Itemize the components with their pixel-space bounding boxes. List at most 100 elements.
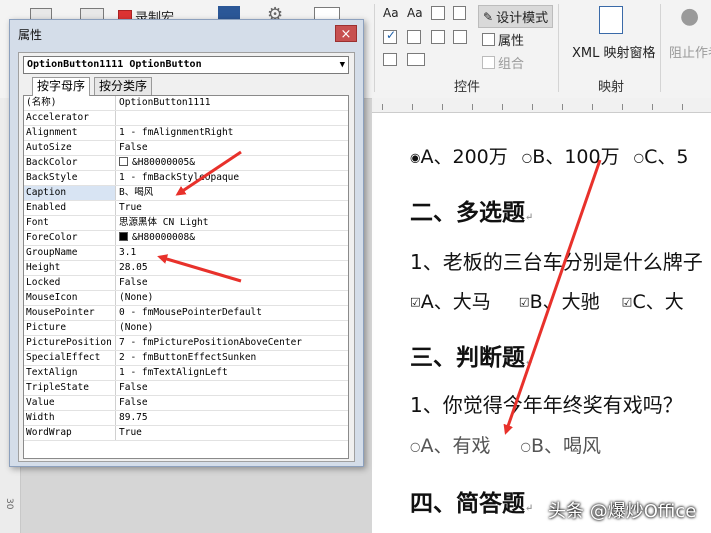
- property-value[interactable]: B、喝风: [119, 186, 348, 200]
- property-value[interactable]: &H80000005&: [119, 156, 348, 170]
- property-row[interactable]: AutoSize False: [24, 141, 348, 156]
- legacy-tools-control[interactable]: [407, 53, 425, 66]
- property-row[interactable]: Height 28.05: [24, 261, 348, 276]
- property-row[interactable]: BackColor &H80000005&: [24, 156, 348, 171]
- property-value[interactable]: 3.1: [119, 246, 348, 260]
- xml-pane-icon[interactable]: [599, 6, 623, 34]
- tab-alphabetic[interactable]: 按字母序: [32, 77, 91, 96]
- property-row[interactable]: Locked False: [24, 276, 348, 291]
- property-value[interactable]: False: [119, 276, 348, 290]
- block-authors-button[interactable]: 阻止作者: [669, 42, 711, 61]
- property-value[interactable]: &H80000008&: [119, 231, 348, 245]
- property-row[interactable]: TextAlign 1 - fmTextAlignLeft: [24, 366, 348, 381]
- property-value[interactable]: 思源黑体 CN Light: [119, 216, 348, 230]
- ruler-number: 30: [4, 498, 14, 510]
- option-3b[interactable]: ○B、喝风: [521, 435, 602, 457]
- property-row[interactable]: Picture (None): [24, 321, 348, 336]
- return-icon: ↵: [525, 503, 534, 514]
- dropdown-control[interactable]: [431, 30, 445, 44]
- property-name: MouseIcon: [24, 291, 116, 305]
- ribbon-separator: [374, 4, 375, 92]
- design-mode-icon: ✎: [483, 9, 494, 24]
- property-value[interactable]: OptionButton1111: [119, 96, 348, 110]
- property-value[interactable]: False: [119, 141, 348, 155]
- property-row[interactable]: Accelerator: [24, 111, 348, 126]
- properties-window: 属性 × OptionButton1111 OptionButton ▼ 按字母…: [9, 19, 364, 467]
- property-name: Locked: [24, 276, 116, 290]
- property-value[interactable]: [119, 111, 348, 125]
- option-3a[interactable]: ○A、有戏: [410, 435, 490, 457]
- property-name: Enabled: [24, 201, 116, 215]
- property-row[interactable]: MousePointer 0 - fmMousePointerDefault: [24, 306, 348, 321]
- add-in-icon[interactable]: [218, 6, 240, 20]
- properties-titlebar[interactable]: 属性 ×: [10, 20, 363, 47]
- property-row[interactable]: GroupName 3.1: [24, 246, 348, 261]
- property-value[interactable]: 28.05: [119, 261, 348, 275]
- repeat-control[interactable]: [383, 53, 397, 66]
- building-block-control[interactable]: [453, 6, 466, 20]
- checkbox-2c[interactable]: ☑C、大: [622, 291, 684, 313]
- property-name: AutoSize: [24, 141, 116, 155]
- property-value[interactable]: True: [119, 426, 348, 440]
- group-button[interactable]: 组合: [482, 53, 524, 72]
- property-value[interactable]: False: [119, 381, 348, 395]
- group-icon: [482, 56, 495, 69]
- property-value[interactable]: 2 - fmButtonEffectSunken: [119, 351, 348, 365]
- property-value[interactable]: 0 - fmMousePointerDefault: [119, 306, 348, 320]
- property-row[interactable]: WordWrap True: [24, 426, 348, 441]
- property-value[interactable]: (None): [119, 291, 348, 305]
- property-row[interactable]: SpecialEffect 2 - fmButtonEffectSunken: [24, 351, 348, 366]
- property-value[interactable]: 1 - fmAlignmentRight: [119, 126, 348, 140]
- property-row[interactable]: Enabled True: [24, 201, 348, 216]
- property-row[interactable]: MouseIcon (None): [24, 291, 348, 306]
- chevron-down-icon: ▼: [339, 60, 345, 70]
- checkbox-2a[interactable]: ☑A、大马: [410, 291, 491, 313]
- checkbox-control[interactable]: [383, 28, 397, 44]
- xml-mapping-pane-button[interactable]: XML 映射窗格: [572, 42, 656, 61]
- property-value[interactable]: True: [119, 201, 348, 215]
- properties-button[interactable]: 属性: [482, 30, 524, 49]
- property-row[interactable]: TripleState False: [24, 381, 348, 396]
- property-value[interactable]: 1 - fmTextAlignLeft: [119, 366, 348, 380]
- picture-control[interactable]: [431, 6, 445, 20]
- option-1a[interactable]: ◉A、200万: [410, 146, 508, 168]
- property-name: MousePointer: [24, 306, 116, 320]
- checkbox-checked-icon: ☑: [621, 295, 633, 310]
- property-value[interactable]: (None): [119, 321, 348, 335]
- date-control[interactable]: [453, 30, 467, 44]
- design-mode-button[interactable]: ✎ 设计模式: [478, 5, 554, 28]
- property-value[interactable]: 1 - fmBackStyleOpaque: [119, 171, 348, 185]
- user-icon[interactable]: ●: [680, 4, 699, 29]
- option-1c[interactable]: ○C、5: [634, 146, 689, 168]
- object-selector[interactable]: OptionButton1111 OptionButton ▼: [23, 56, 349, 74]
- plaintext-control[interactable]: Aa: [407, 6, 423, 20]
- property-row[interactable]: Value False: [24, 396, 348, 411]
- property-row[interactable]: Font 思源黑体 CN Light: [24, 216, 348, 231]
- property-row[interactable]: PicturePosition 7 - fmPicturePositionAbov…: [24, 336, 348, 351]
- design-mode-label: 设计模式: [496, 11, 549, 26]
- property-name: (名称): [24, 96, 116, 110]
- option-1b[interactable]: ○B、100万: [522, 146, 620, 168]
- radio-icon: ○: [633, 150, 645, 165]
- property-value[interactable]: 7 - fmPicturePositionAboveCenter: [119, 336, 348, 350]
- property-row[interactable]: Caption B、喝风: [24, 186, 348, 201]
- checkbox-2b[interactable]: ☑B、大驰: [519, 291, 600, 313]
- property-value[interactable]: 89.75: [119, 411, 348, 425]
- property-value-text: &H80000008&: [132, 232, 195, 243]
- horizontal-ruler: [372, 98, 711, 113]
- properties-label: 属性: [498, 34, 525, 49]
- richtext-control[interactable]: Aa: [383, 6, 399, 20]
- radio-icon: ○: [410, 439, 421, 454]
- property-row[interactable]: (名称) OptionButton1111: [24, 96, 348, 111]
- property-name: SpecialEffect: [24, 351, 116, 365]
- property-row[interactable]: Width 89.75: [24, 411, 348, 426]
- property-row[interactable]: Alignment 1 - fmAlignmentRight: [24, 126, 348, 141]
- property-row[interactable]: ForeColor &H80000008&: [24, 231, 348, 246]
- combo-control[interactable]: [407, 30, 421, 44]
- property-value[interactable]: False: [119, 396, 348, 410]
- close-button[interactable]: ×: [335, 25, 357, 42]
- property-name: Alignment: [24, 126, 116, 140]
- property-row[interactable]: BackStyle 1 - fmBackStyleOpaque: [24, 171, 348, 186]
- tab-categorized[interactable]: 按分类序: [94, 77, 153, 95]
- block-author-label: 阻止作者: [669, 46, 711, 61]
